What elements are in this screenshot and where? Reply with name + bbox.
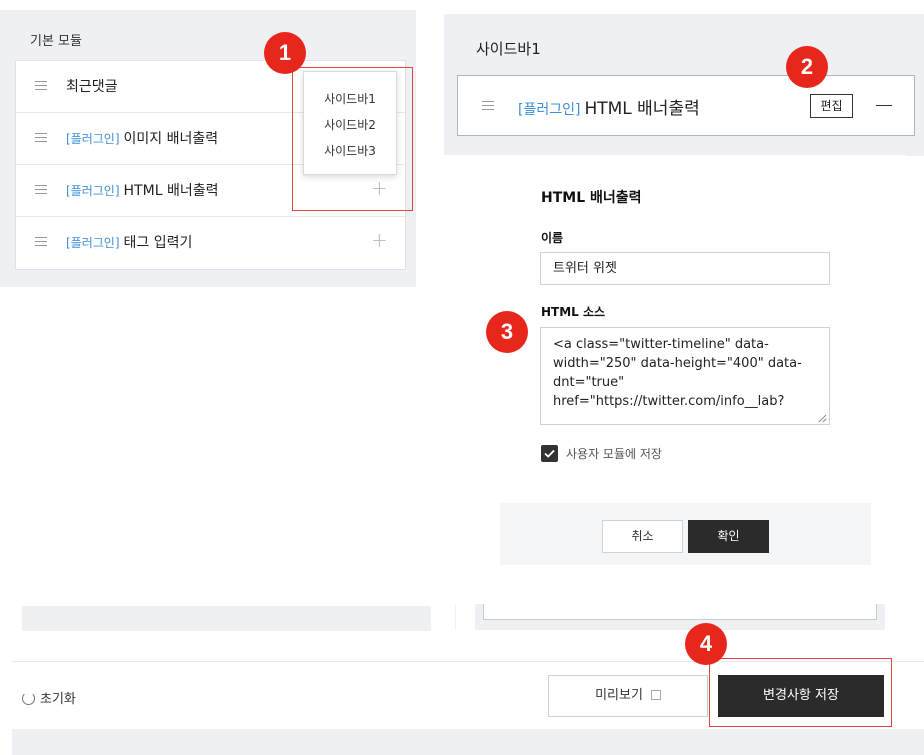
step-badge-2: 2	[786, 46, 828, 88]
refresh-icon	[22, 692, 35, 705]
module-name: 최근댓글	[66, 79, 118, 95]
name-input[interactable]: 트위터 위젯	[540, 252, 830, 285]
sidebar1-title: 사이드바1	[476, 40, 541, 58]
module-item-tag-input[interactable]: [플러그인] 태그 입력기 +	[16, 217, 405, 269]
bottom-footer	[12, 729, 924, 755]
cancel-button[interactable]: 취소	[602, 520, 683, 553]
panel-edge	[456, 136, 464, 150]
drag-handle-icon[interactable]	[35, 237, 47, 247]
step-badge-3: 3	[486, 311, 528, 353]
module-label: [플러그인] 태그 입력기	[66, 232, 192, 252]
drag-handle-icon[interactable]	[35, 133, 47, 143]
highlight-box-step4	[709, 658, 892, 727]
preview-label: 미리보기	[595, 688, 643, 703]
panel-frame	[475, 620, 885, 630]
checkmark-icon	[544, 449, 555, 458]
module-name: 태그 입력기	[123, 235, 193, 251]
reset-button[interactable]: 초기화	[22, 688, 76, 707]
basic-modules-title: 기본 모듈	[30, 34, 82, 49]
module-name: 이미지 배너출력	[123, 131, 219, 147]
step-badge-1: 1	[264, 32, 306, 74]
plugin-tag: [플러그인]	[66, 184, 120, 198]
resize-grip-icon[interactable]	[818, 414, 827, 423]
html-source-textarea[interactable]: <a class="twitter-timeline" data-width="…	[540, 327, 830, 425]
module-name: HTML 배너출력	[584, 99, 700, 119]
collapse-icon[interactable]	[876, 105, 892, 106]
html-source-label: HTML 소스	[541, 305, 606, 319]
reset-label: 초기화	[40, 692, 76, 707]
left-panel-bottom	[22, 606, 431, 631]
panel-edge	[906, 136, 924, 156]
save-user-module-label: 사용자 모듈에 저장	[566, 447, 662, 461]
module-name: HTML 배너출력	[123, 183, 219, 199]
divider	[455, 604, 456, 630]
add-module-plus-icon[interactable]: +	[371, 230, 388, 250]
plugin-tag: [플러그인]	[66, 236, 120, 250]
confirm-button[interactable]: 확인	[688, 520, 769, 553]
external-link-icon	[650, 690, 661, 700]
module-label: [플러그인] HTML 배너출력	[66, 180, 218, 200]
plugin-tag: [플러그인]	[518, 102, 581, 118]
module-label: [플러그인] 이미지 배너출력	[66, 128, 218, 148]
module-label: 최근댓글	[66, 76, 118, 96]
edit-button[interactable]: 편집	[810, 94, 853, 118]
module-label: [플러그인] HTML 배너출력	[518, 94, 700, 119]
drag-handle-icon[interactable]	[35, 185, 47, 195]
highlight-box-step1	[292, 67, 413, 211]
dialog-button-bar	[500, 503, 871, 565]
sidebar-module-card[interactable]: [플러그인] HTML 배너출력 편집	[457, 75, 915, 136]
panel-frame-inner	[483, 604, 877, 620]
preview-button[interactable]: 미리보기	[548, 675, 708, 717]
drag-handle-icon[interactable]	[482, 101, 494, 111]
step-badge-4: 4	[685, 623, 727, 665]
dialog-title: HTML 배너출력	[541, 190, 642, 206]
name-label: 이름	[541, 231, 564, 245]
plugin-tag: [플러그인]	[66, 132, 120, 146]
drag-handle-icon[interactable]	[35, 81, 47, 91]
save-user-module-checkbox[interactable]	[541, 445, 558, 462]
